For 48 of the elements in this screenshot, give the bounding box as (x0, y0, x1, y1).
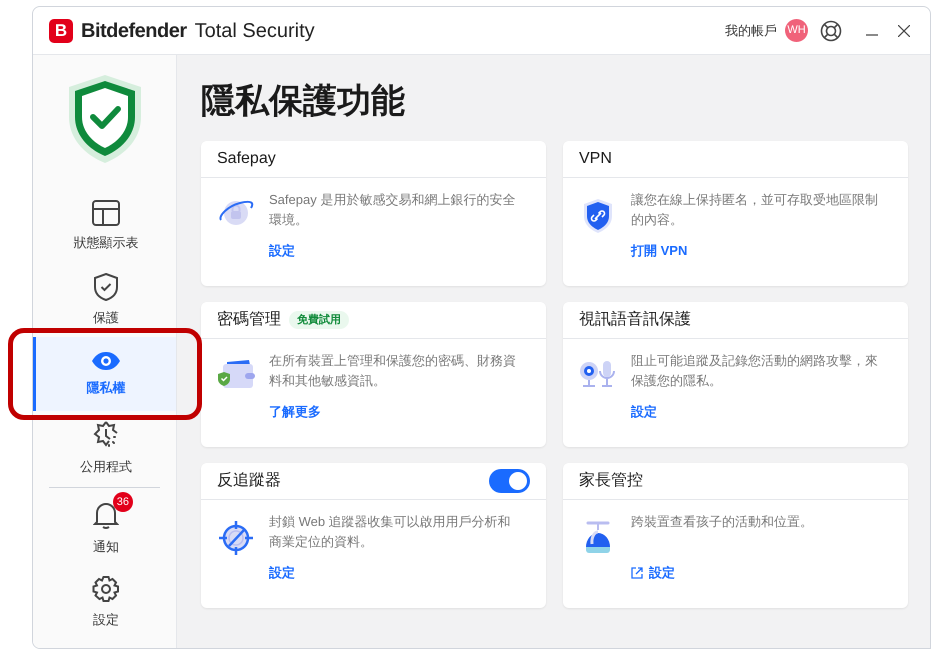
webcam-microphone-icon (579, 359, 617, 389)
product-name: Total Security (194, 18, 315, 44)
crosshair-icon (218, 520, 254, 556)
layout-icon (92, 200, 120, 226)
sidebar-item[interactable]: 保護 (33, 263, 176, 337)
gear-clock-icon (92, 420, 120, 450)
settings-icon (92, 574, 120, 603)
card-description: 讓您在線上保持匿名，並可存取受地區限制的內容。 (631, 191, 879, 229)
trial-badge: 免費試用 (289, 310, 349, 330)
card-title: 反追蹤器 (217, 470, 281, 491)
card-title: 視訊語音訊保護 (579, 310, 691, 330)
card-link[interactable]: 設定 (269, 563, 295, 582)
account-link[interactable]: 我的帳戶 (725, 20, 777, 40)
card-description: 在所有裝置上管理和保護您的密碼、財務資料和其他敏感資訊。 (269, 352, 517, 390)
card-title: Safepay (217, 149, 276, 169)
card-title: 家長管控 (579, 470, 643, 491)
propeller-cap-icon (583, 520, 613, 556)
help-icon[interactable] (820, 20, 842, 42)
card-link[interactable]: 設定 (269, 241, 295, 260)
notification-badge: 36 (112, 492, 133, 512)
card-link[interactable]: 打開 VPN (631, 241, 688, 260)
globe-lock-icon (218, 198, 254, 228)
toggle-switch[interactable] (489, 469, 530, 493)
card-description: Safepay 是用於敏感交易和網上銀行的安全環境。 (269, 191, 516, 229)
logo-icon: B (49, 18, 73, 42)
card-link[interactable]: 設定 (631, 563, 675, 582)
card-link[interactable]: 設定 (631, 402, 657, 422)
page-title: 隱私保護功能 (201, 81, 406, 121)
shield-check-icon (66, 73, 142, 165)
card-title: VPN (579, 149, 612, 169)
sidebar-item[interactable]: 設定 (33, 565, 176, 639)
avatar[interactable]: WH (785, 19, 808, 42)
brand-name: Bitdefender (81, 18, 187, 44)
sidebar-item[interactable]: 36 通知 (33, 491, 176, 565)
card-title: 密碼管理 (217, 310, 281, 330)
wallet-shield-icon (217, 359, 255, 389)
sidebar-item[interactable]: 隱私權 (33, 337, 176, 411)
shield-link-icon (583, 198, 613, 234)
sidebar-item[interactable]: 狀態顯示表 (33, 189, 176, 263)
card-link[interactable]: 了解更多 (269, 402, 321, 422)
eye-icon (91, 350, 121, 371)
shield-icon (94, 272, 118, 301)
card-description: 封鎖 Web 追蹤器收集可以啟用用戶分析和商業定位的資料。 (269, 513, 512, 551)
sidebar-item[interactable]: 公用程式 (33, 411, 176, 485)
external-link-icon (631, 566, 643, 579)
close-icon[interactable] (898, 24, 910, 36)
card-description: 跨裝置查看孩子的活動和位置。 (631, 513, 814, 531)
card-description: 阻止可能追蹤及記錄您活動的網路攻擊，來保護您的隱私。 (631, 352, 879, 390)
